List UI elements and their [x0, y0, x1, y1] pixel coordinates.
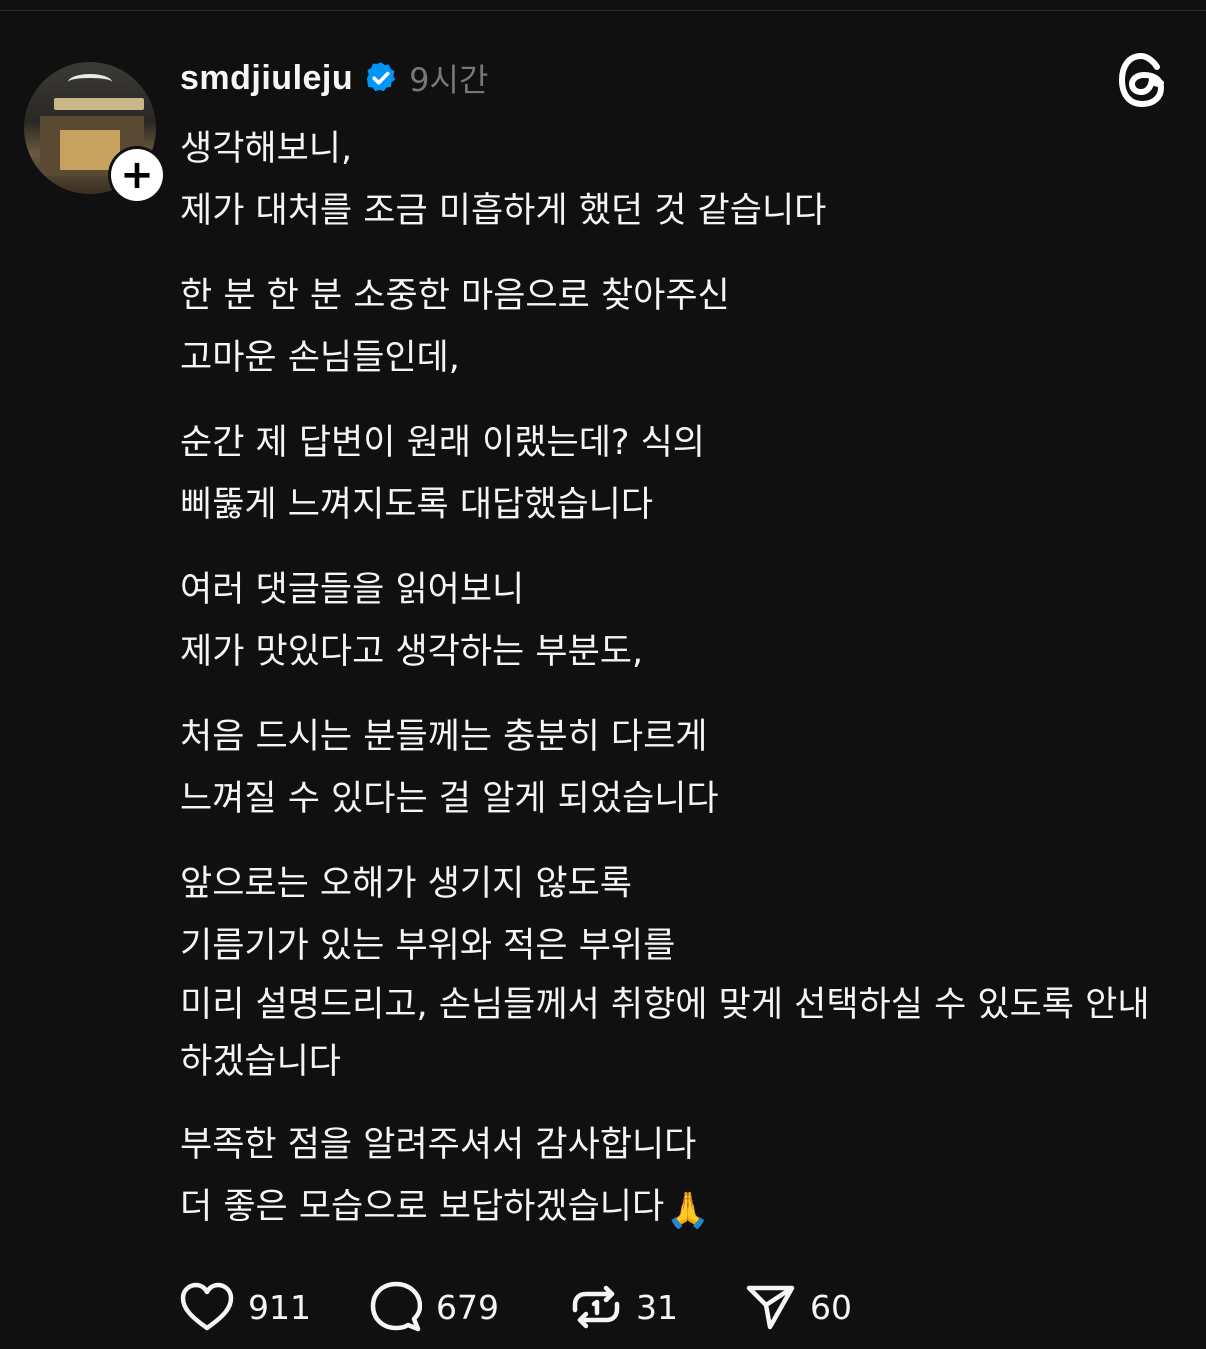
share-count: 60 [810, 1287, 852, 1327]
post-line: 순간 제 답변이 원래 이랬는데? 식의 [180, 423, 706, 463]
username[interactable]: smdjiuleju [180, 59, 353, 98]
avatar-logo [68, 74, 112, 90]
comment-icon [370, 1281, 422, 1332]
avatar-shop-sign [54, 98, 144, 110]
post-line: 미리 설명드리고, 손님들께서 취향에 맞게 선택하실 수 있도록 안내하겠습니… [180, 985, 1150, 1082]
post-line-last: 더 좋은 모습으로 보답하겠습니다🙏 [180, 1176, 1170, 1242]
share-button[interactable]: 60 [746, 1283, 886, 1331]
verified-badge-icon [367, 62, 396, 92]
paragraph-4: 여러 댓글들을 읽어보니 제가 맛있다고 생각하는 부분도, [180, 559, 1170, 683]
post-line: 여러 댓글들을 읽어보니 [180, 570, 525, 610]
post-line: 제가 대처를 조금 미흡하게 했던 것 같습니다 [180, 191, 827, 231]
post-body: 생각해보니, 제가 대처를 조금 미흡하게 했던 것 같습니다 한 분 한 분 … [180, 118, 1170, 1265]
post-line: 한 분 한 분 소중한 마음으로 찾아주신 [180, 276, 730, 316]
paragraph-2: 한 분 한 분 소중한 마음으로 찾아주신 고마운 손님들인데, [180, 265, 1170, 389]
follow-button[interactable]: + [108, 146, 166, 204]
action-bar: 911 679 31 60 [180, 1278, 886, 1336]
thread-post: + smdjiuleju 9시간 생각해보니, 제가 대처를 조금 미흡하게 했… [0, 0, 1206, 1349]
post-line: 기름기가 있는 부위와 적은 부위를 [180, 926, 676, 966]
repost-count: 31 [636, 1287, 678, 1327]
threads-logo-icon[interactable] [1114, 52, 1170, 108]
repost-icon [572, 1285, 620, 1329]
plus-icon: + [111, 149, 163, 201]
reply-count: 679 [436, 1287, 499, 1327]
praying-hands-emoji: 🙏 [666, 1191, 710, 1231]
post-line: 처음 드시는 분들께는 충분히 다르게 [180, 717, 708, 757]
paragraph-7: 부족한 점을 알려주셔서 감사합니다 더 좋은 모습으로 보답하겠습니다🙏 [180, 1114, 1170, 1242]
like-button[interactable]: 911 [180, 1282, 370, 1332]
post-header: smdjiuleju 9시간 [180, 56, 488, 100]
paragraph-1: 생각해보니, 제가 대처를 조금 미흡하게 했던 것 같습니다 [180, 118, 1170, 242]
send-icon [746, 1285, 795, 1330]
repost-button[interactable]: 31 [570, 1282, 746, 1332]
paragraph-6: 앞으로는 오해가 생기지 않도록 기름기가 있는 부위와 적은 부위를 미리 설… [180, 853, 1170, 1091]
like-count: 911 [248, 1287, 311, 1327]
paragraph-5: 처음 드시는 분들께는 충분히 다르게 느껴질 수 있다는 걸 알게 되었습니다 [180, 706, 1170, 830]
post-line: 제가 맛있다고 생각하는 부분도, [180, 632, 644, 672]
post-line: 고마운 손님들인데, [180, 338, 460, 378]
post-line: 생각해보니, [180, 129, 353, 169]
reply-button[interactable]: 679 [370, 1281, 570, 1333]
post-timestamp: 9시간 [409, 61, 489, 99]
post-line: 앞으로는 오해가 생기지 않도록 [180, 864, 632, 904]
post-line-text: 더 좋은 모습으로 보답하겠습니다 [180, 1187, 665, 1227]
post-line: 삐뚫게 느껴지도록 대답했습니다 [180, 485, 654, 525]
heart-icon [180, 1282, 234, 1331]
paragraph-3: 순간 제 답변이 원래 이랬는데? 식의 삐뚫게 느껴지도록 대답했습니다 [180, 412, 1170, 536]
post-line: 부족한 점을 알려주셔서 감사합니다 [180, 1125, 697, 1165]
post-line: 느껴질 수 있다는 걸 알게 되었습니다 [180, 779, 719, 819]
